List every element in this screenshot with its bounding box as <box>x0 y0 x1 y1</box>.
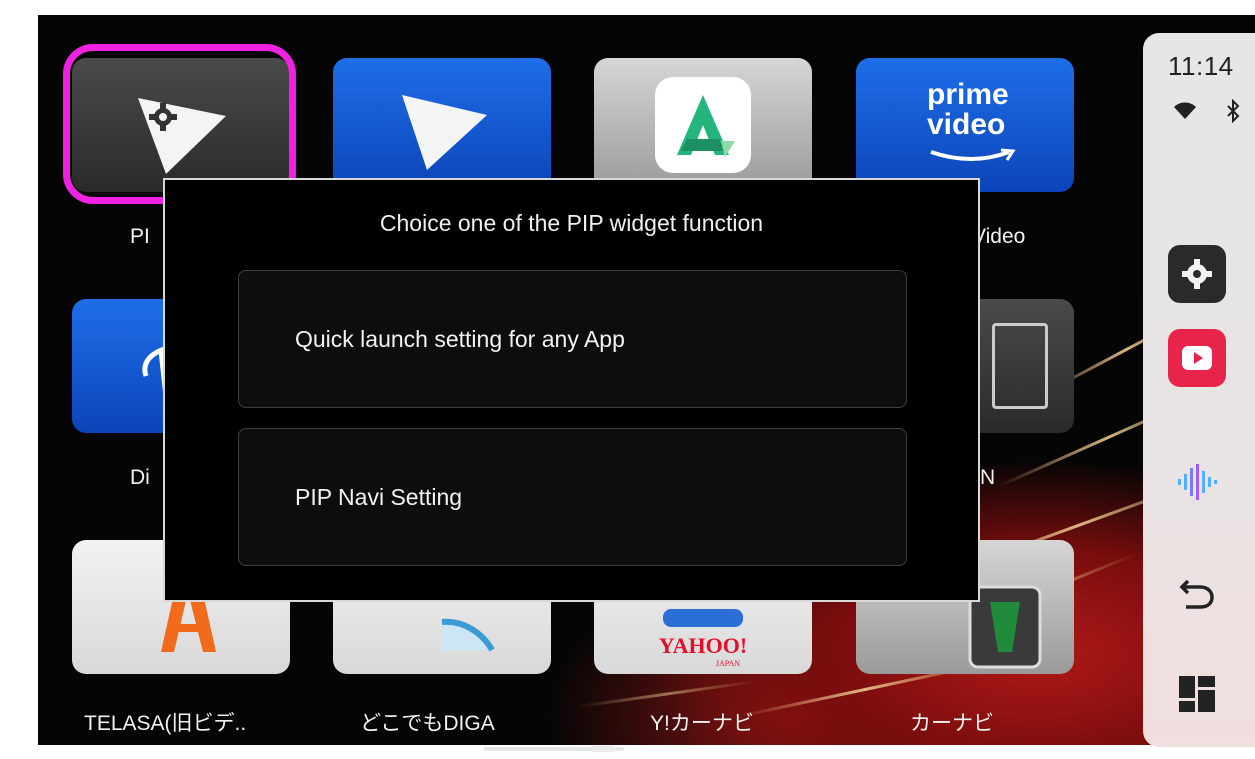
back-arrow-icon <box>1179 579 1214 609</box>
sidebar-recent-apps-button[interactable] <box>1168 665 1226 723</box>
app-label-disney: Di <box>130 466 150 489</box>
app-label-yahoo-car-navi: Y!カーナビ <box>650 712 754 735</box>
car-icon <box>663 608 743 627</box>
pip-navi-setting-option[interactable]: PIP Navi Setting <box>238 428 907 566</box>
dialog-title: Choice one of the PIP widget function <box>379 210 764 236</box>
option-label: Quick launch setting for any App <box>295 325 625 352</box>
voice-waveform-icon <box>1178 464 1217 500</box>
sidebar-back-button[interactable] <box>1168 563 1226 621</box>
app-icon <box>992 323 1048 409</box>
status-time: 11:14 <box>1168 51 1234 81</box>
app-label-car-navi: カーナビ <box>910 712 994 735</box>
gear-icon <box>1182 259 1212 289</box>
app-label-row2-col4: N <box>980 466 996 489</box>
prime-video-icon: prime video <box>927 80 1017 170</box>
app-label-pip: PI <box>130 225 150 248</box>
home-indicator[interactable] <box>484 746 624 752</box>
app-label-prime-video: Video <box>972 225 1026 248</box>
youtube-icon <box>1182 346 1212 370</box>
sidebar-voice-button[interactable] <box>1168 453 1226 511</box>
app-label-diga: どこでもDIGA <box>360 712 495 735</box>
option-label: PIP Navi Setting <box>295 483 463 510</box>
app-tile-prime-video[interactable]: prime video <box>856 58 1074 192</box>
app-tile-navigation[interactable] <box>333 58 551 192</box>
decor-streak <box>577 679 757 708</box>
yahoo-car-navi-icon: YAHOO! <box>658 632 748 658</box>
sidebar-settings-button[interactable] <box>1168 245 1226 303</box>
quick-launch-setting-option[interactable]: Quick launch setting for any App <box>238 270 907 408</box>
home-indicator-position <box>590 746 616 752</box>
wifi-icon <box>1174 102 1196 119</box>
pip-function-dialog: Choice one of the PIP widget function Qu… <box>163 178 980 602</box>
navigation-arrow-icon <box>402 95 487 170</box>
app-tile-apkpure[interactable] <box>594 58 812 192</box>
yahoo-japan-text: JAPAN <box>715 658 741 668</box>
bluetooth-icon <box>1227 99 1240 123</box>
right-sidebar: 11:14 <box>1143 33 1255 747</box>
apkpure-icon <box>655 77 751 173</box>
sidebar-youtube-button[interactable] <box>1168 329 1226 387</box>
app-label-telasa: TELASA(旧ビデ.. <box>84 712 247 735</box>
split-screen-icon <box>1179 676 1215 712</box>
